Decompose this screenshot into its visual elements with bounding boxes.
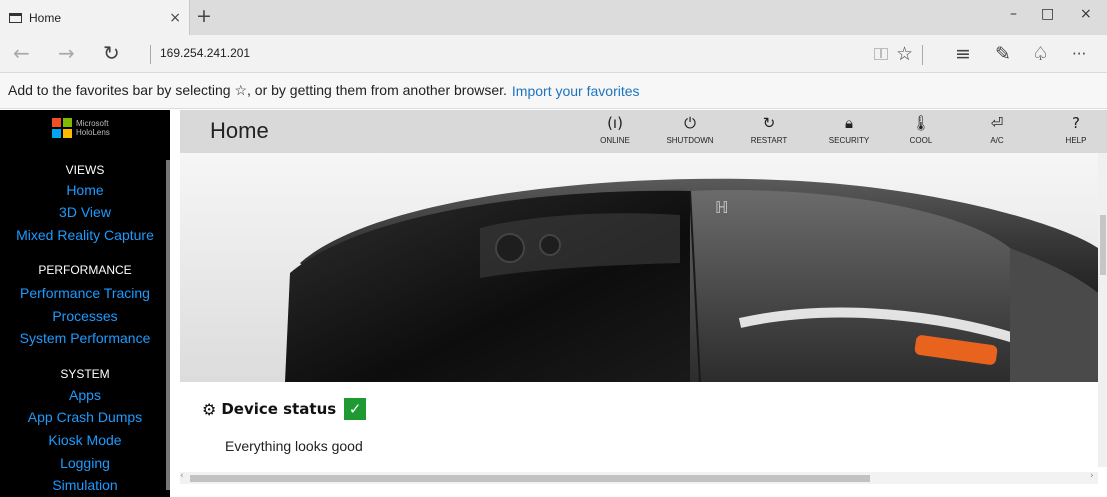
sidebar-item-mixed-reality-capture[interactable]: Mixed Reality Capture bbox=[0, 227, 170, 243]
toolbar-separator bbox=[922, 45, 923, 65]
address-separator bbox=[150, 45, 151, 64]
favorites-hint-text: Add to the favorites bar by selecting ☆,… bbox=[8, 82, 507, 98]
more-icon[interactable]: ··· bbox=[1072, 43, 1086, 65]
sidebar-item-apps[interactable]: Apps bbox=[0, 387, 170, 403]
device-status-icon: ⚙ bbox=[202, 399, 217, 419]
checkmark-icon: ✓ bbox=[344, 398, 367, 420]
favorites-bar: Add to the favorites bar by selecting ☆,… bbox=[0, 73, 1107, 109]
help-button[interactable]: ? HELP bbox=[1046, 110, 1106, 153]
power-plug-icon: ⏎ bbox=[990, 114, 1004, 132]
browser-window: Home × + – □ × ← → ↻ 169.254.241.201 ☆ ≡… bbox=[0, 0, 1107, 497]
scroll-right-arrow-icon[interactable]: › bbox=[1090, 471, 1094, 481]
thermometer-icon: 🌡︎ bbox=[911, 114, 931, 132]
sidebar-section-system: SYSTEM bbox=[60, 367, 110, 381]
device-status-message: Everything looks good bbox=[225, 438, 363, 454]
hololens-device-illustration: ℍ bbox=[180, 153, 1098, 382]
ac-label: A/C bbox=[990, 136, 1004, 145]
wireless-icon: (ı) bbox=[607, 114, 623, 132]
close-tab-icon[interactable]: × bbox=[169, 10, 181, 26]
sidebar-item-app-crash-dumps[interactable]: App Crash Dumps bbox=[0, 409, 170, 425]
sidebar-section-views: VIEWS bbox=[65, 163, 105, 177]
online-button[interactable]: (ı) ONLINE bbox=[585, 110, 645, 153]
sidebar-scrollbar[interactable] bbox=[166, 160, 170, 490]
back-arrow-icon[interactable]: ← bbox=[13, 42, 30, 64]
security-label: SECURITY bbox=[828, 136, 870, 145]
close-window-button[interactable]: × bbox=[1080, 6, 1092, 22]
main-header: Home (ı) ONLINE ⏻ SHUTDOWN ↻ RESTART 🔒︎ … bbox=[180, 110, 1107, 153]
sidebar-item-processes[interactable]: Processes bbox=[0, 308, 170, 324]
reading-view-icon[interactable] bbox=[874, 48, 888, 60]
lock-icon: 🔒︎ bbox=[845, 114, 853, 132]
new-tab-button[interactable]: + bbox=[196, 5, 212, 27]
device-status-panel: ⚙ Device status ✓ Everything looks good bbox=[180, 382, 1098, 472]
scroll-left-arrow-icon[interactable]: ‹ bbox=[180, 471, 184, 481]
star-icon[interactable]: ☆ bbox=[896, 43, 913, 65]
web-note-icon[interactable]: ✎ bbox=[995, 43, 1011, 65]
shutdown-button[interactable]: ⏻ SHUTDOWN bbox=[660, 110, 720, 153]
logo-square bbox=[63, 118, 72, 127]
restart-icon: ↻ bbox=[762, 114, 776, 132]
microsoft-hololens-logo: Microsoft HoloLens bbox=[52, 118, 110, 138]
device-status-header: ⚙ Device status ✓ bbox=[202, 398, 367, 420]
logo-square bbox=[52, 129, 61, 138]
sidebar-item-home[interactable]: Home bbox=[0, 182, 170, 198]
svg-text:ℍ: ℍ bbox=[715, 198, 729, 217]
sidebar-item-kiosk-mode[interactable]: Kiosk Mode bbox=[0, 432, 170, 448]
address-bar: ← → ↻ 169.254.241.201 ☆ ≡ ✎ ♤ ··· bbox=[0, 35, 1107, 73]
url-field[interactable]: 169.254.241.201 bbox=[160, 46, 250, 60]
security-button[interactable]: 🔒︎ SECURITY bbox=[819, 110, 879, 153]
shutdown-label: SHUTDOWN bbox=[666, 136, 714, 145]
restart-label: RESTART bbox=[750, 136, 788, 145]
page-icon bbox=[9, 12, 22, 23]
main-vertical-scroll-thumb[interactable] bbox=[1100, 215, 1106, 275]
tab-title: Home bbox=[29, 10, 62, 25]
hub-icon[interactable]: ≡ bbox=[955, 43, 971, 65]
microsoft-logo-icon bbox=[52, 118, 72, 138]
sidebar-item-performance-tracing[interactable]: Performance Tracing bbox=[0, 285, 170, 301]
cool-button[interactable]: 🌡︎ COOL bbox=[891, 110, 951, 153]
help-icon: ? bbox=[1072, 114, 1080, 132]
sidebar: Microsoft HoloLens VIEWS Home 3D View Mi… bbox=[0, 110, 170, 497]
cool-label: COOL bbox=[909, 136, 933, 145]
maximize-button[interactable]: □ bbox=[1041, 6, 1054, 22]
main-vertical-scrollbar[interactable] bbox=[1098, 153, 1107, 467]
restart-button[interactable]: ↻ RESTART bbox=[739, 110, 799, 153]
logo-square bbox=[52, 118, 61, 127]
help-label: HELP bbox=[1065, 136, 1087, 145]
refresh-icon[interactable]: ↻ bbox=[103, 42, 120, 64]
logo-text: Microsoft HoloLens bbox=[76, 119, 110, 137]
sidebar-item-simulation[interactable]: Simulation bbox=[0, 477, 170, 493]
sidebar-section-performance: PERFORMANCE bbox=[38, 263, 132, 277]
logo-square bbox=[63, 129, 72, 138]
tab-strip: Home × + – □ × bbox=[0, 0, 1107, 35]
sidebar-item-system-performance[interactable]: System Performance bbox=[0, 330, 170, 346]
device-status-title: Device status bbox=[221, 400, 337, 418]
page-title: Home bbox=[210, 118, 269, 143]
sidebar-item-3d-view[interactable]: 3D View bbox=[0, 204, 170, 220]
import-favorites-link[interactable]: Import your favorites bbox=[512, 83, 640, 99]
forward-arrow-icon[interactable]: → bbox=[58, 42, 75, 64]
share-icon[interactable]: ♤ bbox=[1032, 43, 1049, 65]
power-icon: ⏻ bbox=[684, 114, 696, 132]
logo-line-2: HoloLens bbox=[76, 128, 110, 137]
logo-line-1: Microsoft bbox=[76, 119, 109, 128]
tab-home[interactable]: Home × bbox=[0, 0, 190, 35]
ac-button[interactable]: ⏎ A/C bbox=[967, 110, 1027, 153]
horizontal-scroll-thumb[interactable] bbox=[190, 475, 870, 482]
sidebar-item-logging[interactable]: Logging bbox=[0, 455, 170, 471]
minimize-button[interactable]: – bbox=[1010, 6, 1017, 22]
hololens-hero-image: ℍ bbox=[180, 153, 1098, 382]
online-label: ONLINE bbox=[600, 136, 630, 145]
